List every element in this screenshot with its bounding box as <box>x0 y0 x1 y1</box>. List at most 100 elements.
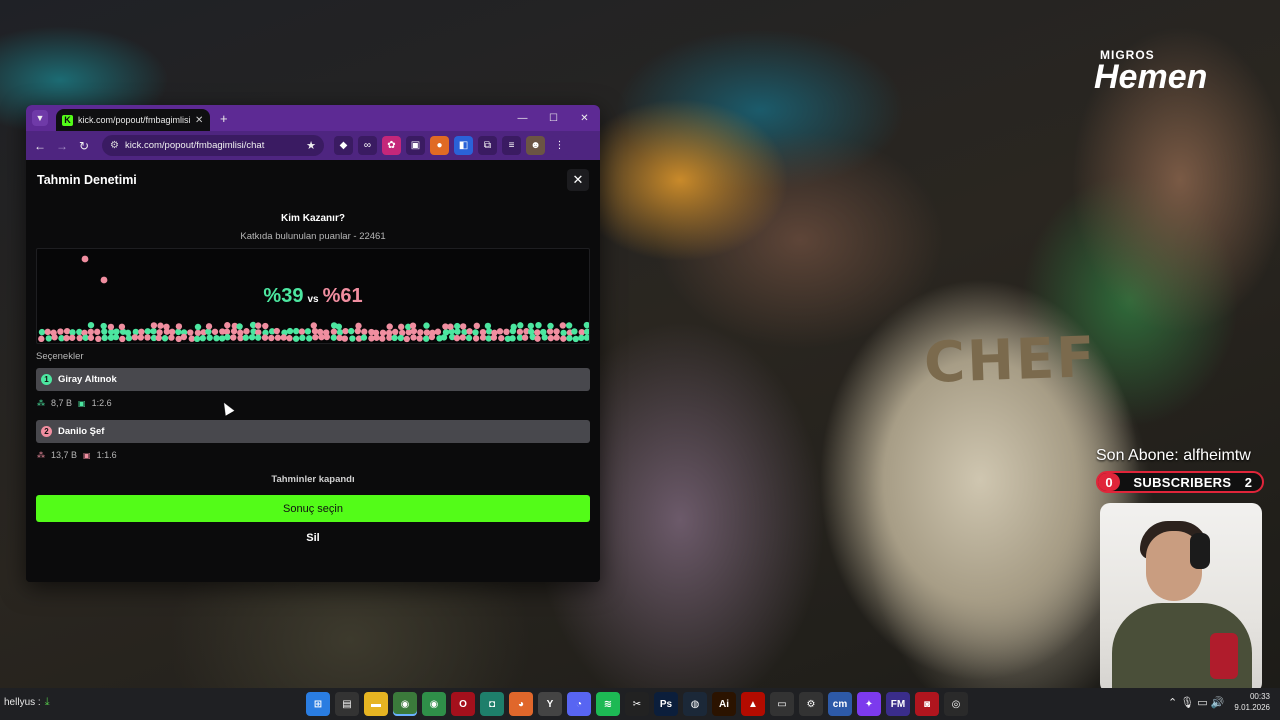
vote-dot <box>156 329 163 336</box>
playlist-ext-icon[interactable]: ≡ <box>502 136 521 155</box>
capcut-icon[interactable]: ✂ <box>625 692 649 716</box>
vote-dot <box>180 333 188 341</box>
yandex-icon[interactable]: Y <box>538 692 562 716</box>
reload-button[interactable]: ↻ <box>76 139 92 153</box>
vote-dot <box>540 328 547 336</box>
new-tab-button[interactable]: + <box>220 111 228 126</box>
app-green-icon[interactable]: ◘ <box>480 692 504 716</box>
tab-search-icon[interactable]: ▼ <box>32 110 48 126</box>
acrobat-icon[interactable]: ▲ <box>741 692 765 716</box>
purple-app-icon[interactable]: ✦ <box>857 692 881 716</box>
vote-dot <box>63 334 70 342</box>
file-explorer-icon[interactable]: ▬ <box>364 692 388 716</box>
vote-dot <box>112 333 120 341</box>
pink-ext-icon[interactable]: ✿ <box>382 136 401 155</box>
record-app-icon[interactable]: ◙ <box>915 692 939 716</box>
chrome-icon[interactable]: ◉ <box>422 692 446 716</box>
vote-dot <box>560 329 567 337</box>
vote-dot <box>546 328 554 335</box>
vote-dot <box>583 321 589 329</box>
select-result-button[interactable]: Sonuç seçin <box>36 495 590 522</box>
vote-dot <box>386 323 393 330</box>
vote-dot <box>69 334 76 341</box>
delete-button[interactable]: Sil <box>36 532 590 544</box>
spotify-icon[interactable]: ≋ <box>596 692 620 716</box>
prediction-dialog: Tahmin Denetimi ✕ Kim Kazanır? Katkıda b… <box>26 160 600 582</box>
kick-favicon-icon: K <box>62 114 73 126</box>
vote-dot <box>517 322 524 329</box>
vote-dot <box>213 334 220 342</box>
maximize-button[interactable]: ☐ <box>538 105 569 131</box>
vote-dot <box>583 334 589 341</box>
tab-close-icon[interactable]: ✕ <box>195 115 203 126</box>
browser-tab[interactable]: K kick.com/popout/fmbagimlisi/c ✕ <box>56 109 210 131</box>
blue-ext-icon[interactable]: ◧ <box>454 136 473 155</box>
clock-time: 00:33 <box>1249 692 1270 701</box>
notes-app-icon[interactable]: ▤ <box>335 692 359 716</box>
windows-start-icon[interactable]: ⊞ <box>306 692 330 716</box>
photoshop-icon[interactable]: Ps <box>654 692 678 716</box>
url-text[interactable]: kick.com/popout/fmbagimlisi/chat <box>125 140 300 151</box>
vote-dot <box>175 328 182 336</box>
illustrator-icon[interactable]: Ai <box>712 692 736 716</box>
vote-dot <box>243 328 250 335</box>
bookmark-star-icon[interactable]: ★ <box>306 139 316 152</box>
address-bar[interactable]: ⚙ kick.com/popout/fmbagimlisi/chat ★ <box>102 135 324 156</box>
cm-app-icon[interactable]: cm <box>828 692 852 716</box>
vote-dot <box>547 322 554 330</box>
vote-dot <box>131 334 139 341</box>
minimize-button[interactable]: — <box>507 105 538 131</box>
profile-avatar-icon[interactable]: ☻ <box>526 136 545 155</box>
vote-dot <box>242 334 249 341</box>
forward-button[interactable]: → <box>54 139 70 153</box>
steam-icon[interactable]: ◍ <box>683 692 707 716</box>
vote-dot <box>169 328 176 336</box>
points-icon: ⁂ <box>37 450 45 460</box>
back-button[interactable]: ← <box>32 139 48 153</box>
opera-icon[interactable]: O <box>451 692 475 716</box>
diamond-ext-icon[interactable]: ◆ <box>334 136 353 155</box>
puzzle-ext-icon[interactable]: ⧉ <box>478 136 497 155</box>
vote-dot <box>434 328 442 335</box>
ratio-icon: ▣ <box>83 450 91 460</box>
video-app-icon[interactable]: ▭ <box>770 692 794 716</box>
vote-dot <box>534 329 541 336</box>
vote-dot <box>206 334 213 341</box>
vote-dot <box>211 328 219 335</box>
vote-dot <box>286 335 293 342</box>
vote-dot <box>535 321 542 329</box>
discord-icon[interactable]: ◔ <box>567 692 591 716</box>
vote-dot <box>38 328 46 336</box>
vote-dot <box>150 322 158 329</box>
contributed-points: Katkıda bulunulan puanlar - 22461 <box>240 231 386 242</box>
vote-dot <box>144 334 151 341</box>
vote-dot <box>355 322 362 330</box>
orange-ext-icon[interactable]: ● <box>430 136 449 155</box>
vote-dot <box>38 335 45 343</box>
system-tray: ⌃ 🎙 ▭ 🔊 00:33 9.01.2026 <box>1168 691 1270 713</box>
chrome-active-icon[interactable]: ◉ <box>393 692 417 716</box>
glasses-ext-icon[interactable]: ∞ <box>358 136 377 155</box>
vote-dot <box>292 335 300 342</box>
clock[interactable]: 00:33 9.01.2026 <box>1234 691 1270 713</box>
vote-dot <box>157 322 164 329</box>
option-1: 1 Giray Altınok <box>36 368 590 391</box>
vote-dot <box>81 255 89 263</box>
fm-app-icon[interactable]: FM <box>886 692 910 716</box>
close-window-button[interactable]: ✕ <box>569 105 600 131</box>
vote-dot <box>527 322 534 330</box>
screen-ext-icon[interactable]: ▣ <box>406 136 425 155</box>
percentage-line: %39 vs %61 <box>37 285 589 308</box>
obs-icon[interactable]: ◎ <box>944 692 968 716</box>
menu-kebab-icon[interactable]: ⋮ <box>550 136 569 155</box>
vote-dot <box>144 328 151 335</box>
vote-dot <box>118 323 126 331</box>
firefox-icon[interactable]: ◕ <box>509 692 533 716</box>
vote-dot <box>132 328 139 336</box>
options-label: Seçenekler <box>36 351 84 362</box>
site-settings-icon[interactable]: ⚙ <box>110 140 119 151</box>
dialog-close-button[interactable]: ✕ <box>567 169 589 191</box>
tray-icons[interactable]: ⌃ 🎙 ▭ 🔊 <box>1168 696 1224 709</box>
settings-icon[interactable]: ⚙ <box>799 692 823 716</box>
vote-dot <box>230 334 237 341</box>
